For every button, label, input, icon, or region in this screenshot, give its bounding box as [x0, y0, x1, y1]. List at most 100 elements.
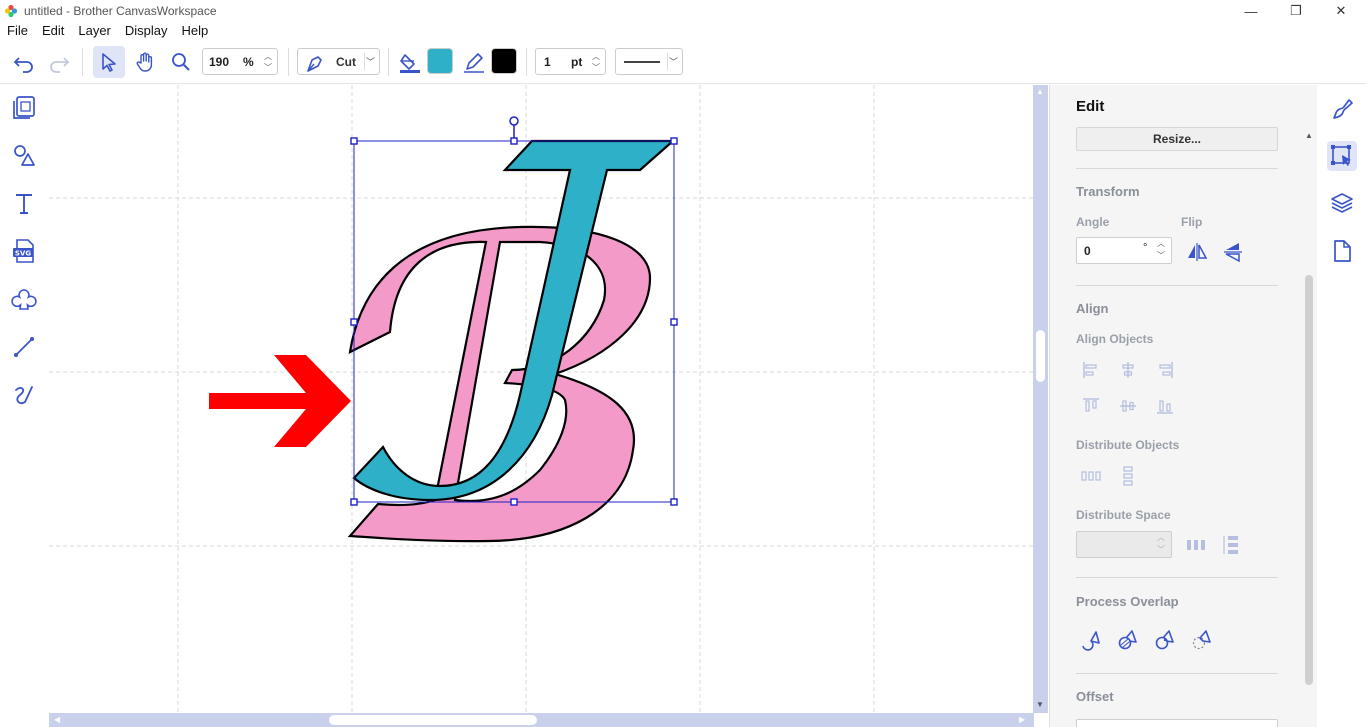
svg-import-tool[interactable]: SVG [10, 237, 38, 265]
tab-edit[interactable] [1327, 141, 1357, 171]
distribute-space-vertical-button[interactable] [1220, 533, 1244, 557]
menu-layer[interactable]: Layer [71, 22, 118, 40]
app-logo-icon [4, 4, 18, 18]
drawing-canvas[interactable] [49, 85, 1034, 713]
chevron-up-icon[interactable]: ︿ [1157, 238, 1165, 249]
chevron-down-icon[interactable]: ﹀ [1157, 250, 1165, 261]
panel-scrollbar-thumb[interactable] [1305, 275, 1313, 685]
vertical-scroll-thumb[interactable] [1036, 330, 1045, 382]
line-color-swatch[interactable] [491, 48, 517, 74]
distribute-horizontal-button[interactable] [1079, 464, 1103, 488]
distribute-horizontal-icon [1081, 471, 1101, 481]
intersect-button[interactable] [1153, 628, 1177, 652]
zoom-stepper[interactable]: ︿ ﹀ [261, 51, 275, 73]
cut-mode-label: Cut [336, 54, 356, 69]
layers-icon [1331, 193, 1353, 213]
zoom-tool-button[interactable] [167, 48, 195, 76]
scroll-right-icon[interactable]: ▶ [1019, 715, 1025, 724]
align-center-button[interactable] [1116, 358, 1140, 382]
divide-button[interactable] [1116, 628, 1140, 652]
align-right-icon [1159, 362, 1173, 378]
minimize-button[interactable]: — [1228, 0, 1274, 22]
align-right-button[interactable] [1153, 358, 1177, 382]
align-top-button[interactable] [1079, 394, 1103, 418]
menu-file[interactable]: File [0, 22, 35, 40]
align-left-button[interactable] [1079, 358, 1103, 382]
magnifier-icon [172, 53, 190, 71]
resize-button[interactable]: Resize... [1076, 127, 1278, 151]
pen-nib-icon [307, 56, 322, 72]
fill-tool-button[interactable] [396, 48, 424, 76]
offset-section-title: Offset [1076, 689, 1114, 704]
menu-display[interactable]: Display [118, 22, 175, 40]
align-objects-label: Align Objects [1076, 332, 1154, 346]
canvas-drawing [49, 85, 1034, 713]
edit-panel: Edit ▲ Resize... Transform Angle Flip 0 … [1049, 85, 1317, 727]
pattern-tool[interactable] [10, 285, 38, 313]
select-tool-button[interactable] [93, 46, 125, 78]
angle-value: 0 [1084, 244, 1091, 258]
edit-selection-icon [1331, 145, 1351, 166]
space-horizontal-icon [1187, 540, 1205, 550]
canvas-vertical-scrollbar[interactable]: ▲ ▼ [1033, 85, 1048, 713]
toolbar: 190 % ︿ ﹀ Cut ﹀ 1 pt ︿ ﹀ ﹀ [0, 40, 1366, 84]
freehand-tool[interactable] [10, 381, 38, 409]
text-tool[interactable] [10, 189, 38, 217]
distribute-objects-label: Distribute Objects [1076, 438, 1180, 452]
distribute-vertical-button[interactable] [1116, 464, 1140, 488]
line-color-tool-button[interactable] [460, 48, 488, 76]
cut-mode-dropdown[interactable]: Cut ﹀ [297, 48, 380, 75]
pan-tool-button[interactable] [131, 48, 159, 76]
distribute-space-input[interactable]: ︿ ﹀ [1076, 531, 1172, 558]
tab-attributes[interactable] [1327, 94, 1357, 124]
undo-icon [13, 57, 33, 73]
chevron-up-icon: ︿ [1157, 533, 1165, 542]
canvas-horizontal-scrollbar[interactable]: ◀ ▶ [49, 713, 1034, 727]
process-overlap-section-title: Process Overlap [1076, 594, 1179, 609]
line-width-value: 1 [544, 54, 551, 69]
paint-bucket-icon [400, 54, 420, 73]
close-button[interactable]: ✕ [1318, 0, 1364, 22]
menu-help[interactable]: Help [175, 22, 216, 40]
flip-vertical-button[interactable] [1221, 240, 1245, 264]
distribute-space-label: Distribute Space [1076, 508, 1171, 522]
chevron-down-icon: ﹀ [366, 57, 376, 67]
line-width-stepper[interactable]: ︿ ﹀ [589, 51, 603, 73]
fill-color-swatch[interactable] [427, 48, 453, 74]
scroll-left-icon[interactable]: ◀ [54, 715, 60, 724]
offset-field[interactable] [1076, 719, 1278, 727]
distribute-vertical-icon [1123, 466, 1133, 486]
align-middle-button[interactable] [1116, 394, 1140, 418]
tab-page[interactable] [1327, 236, 1357, 266]
line-style-dropdown[interactable]: ﹀ [615, 48, 683, 75]
undo-button[interactable] [10, 48, 38, 76]
scroll-up-icon[interactable]: ▲ [1036, 87, 1044, 96]
line-width-input[interactable]: 1 pt ︿ ﹀ [535, 48, 606, 75]
restore-button[interactable]: ❐ [1273, 0, 1319, 22]
chevron-down-icon: ﹀ [1157, 545, 1165, 554]
zoom-input[interactable]: 190 % ︿ ﹀ [202, 48, 278, 75]
svg-icon: SVG [13, 239, 34, 263]
weld-icon [1082, 631, 1100, 651]
text-icon [16, 194, 32, 214]
scroll-down-icon[interactable]: ▼ [1036, 700, 1044, 709]
shapes-tool[interactable] [10, 141, 38, 169]
horizontal-scroll-thumb[interactable] [329, 715, 537, 725]
distribute-space-horizontal-button[interactable] [1184, 533, 1208, 557]
zoom-value: 190 [209, 54, 230, 69]
document-tool[interactable] [10, 93, 38, 121]
weld-button[interactable] [1079, 628, 1103, 652]
redo-button[interactable] [45, 48, 73, 76]
line-tool[interactable] [10, 333, 38, 361]
angle-input[interactable]: 0 ° ︿ ﹀ [1076, 237, 1172, 264]
freehand-icon [15, 386, 33, 405]
subtract-button[interactable] [1190, 628, 1214, 652]
align-bottom-button[interactable] [1153, 394, 1177, 418]
tab-layers[interactable] [1327, 188, 1357, 218]
flip-horizontal-button[interactable] [1185, 240, 1209, 264]
window-title: untitled - Brother CanvasWorkspace [24, 4, 217, 18]
panel-scroll-up-icon[interactable]: ▲ [1305, 131, 1313, 140]
redo-icon [50, 57, 70, 73]
solid-line-icon [624, 61, 660, 63]
menu-edit[interactable]: Edit [35, 22, 71, 40]
